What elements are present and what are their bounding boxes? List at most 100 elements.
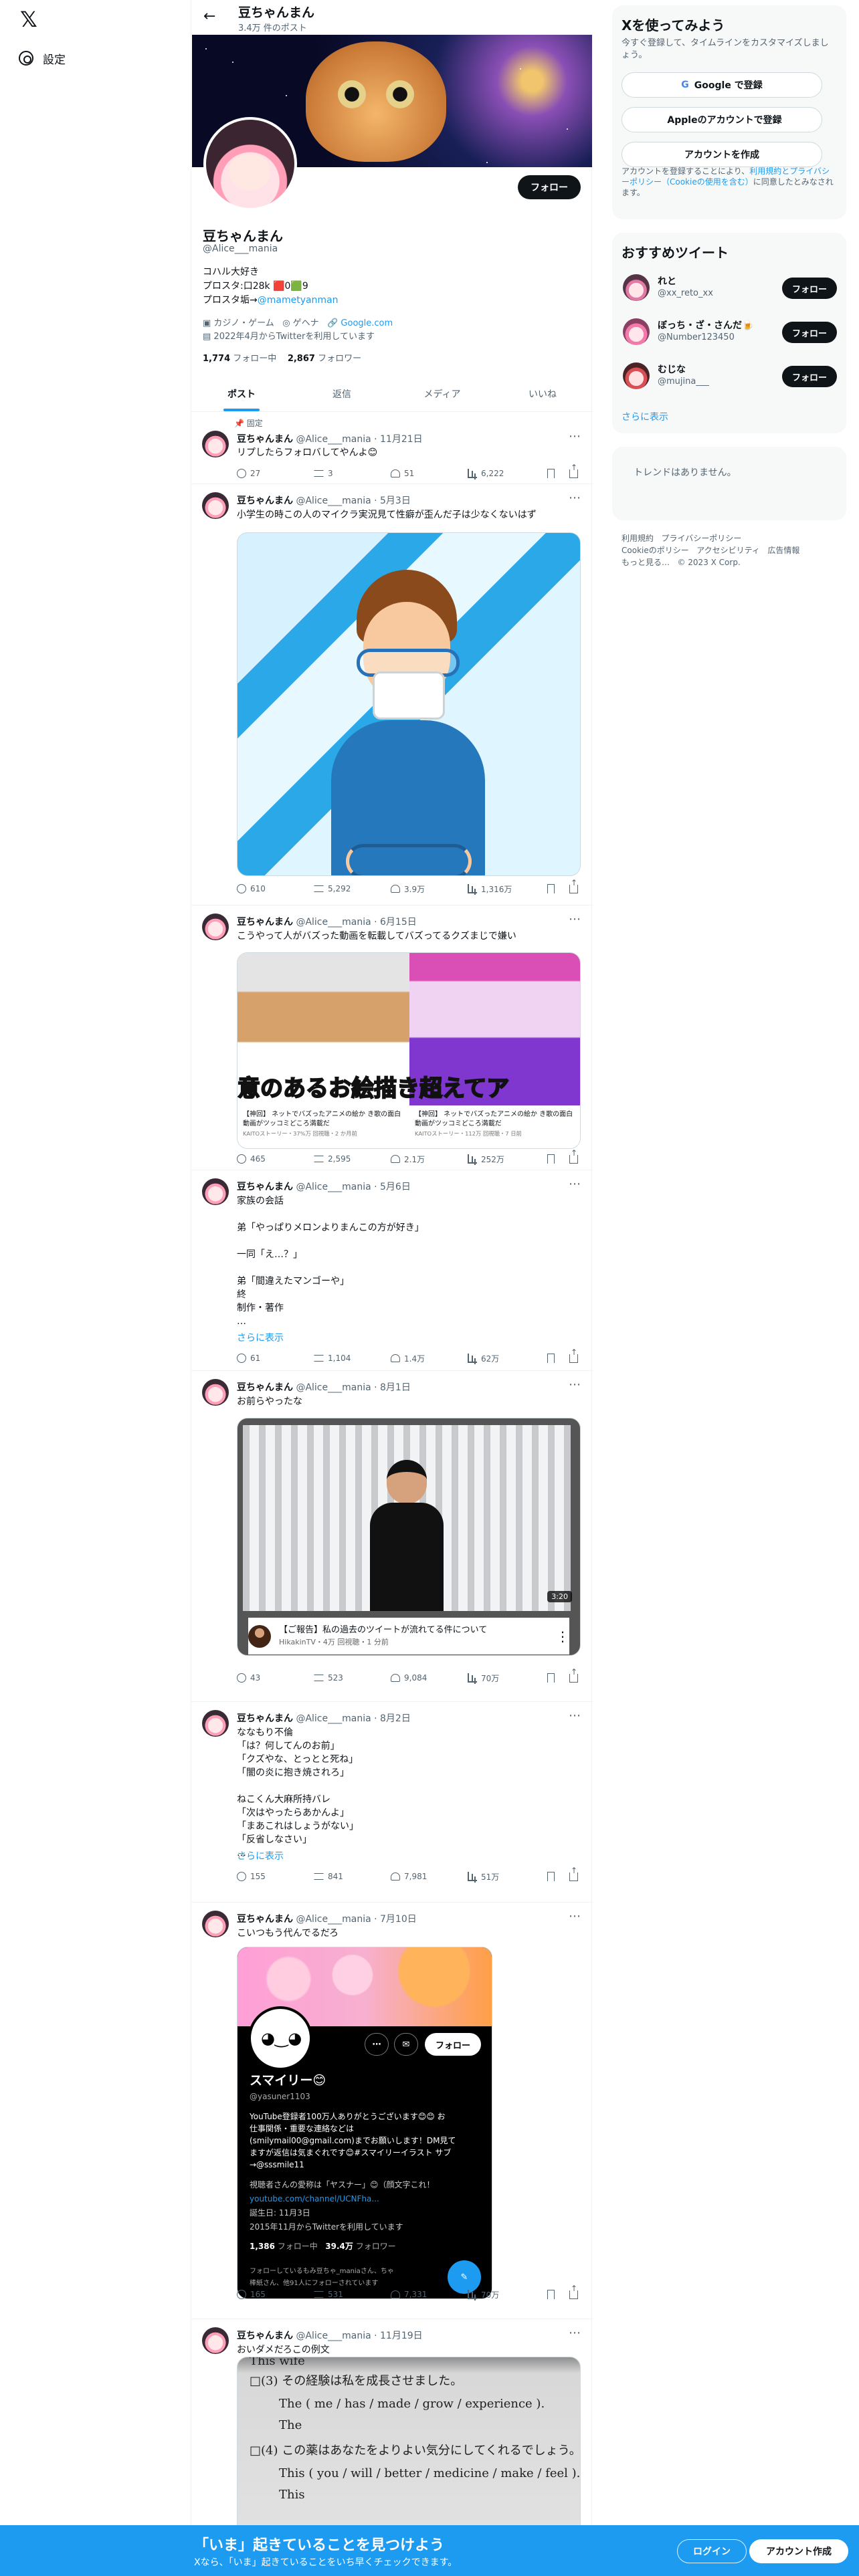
website-link[interactable]: Google.com xyxy=(341,318,393,328)
tweet[interactable]: 豆ちゃんまん @Alice___mania · 8月2日 ⋯ ななもり不倫 「は… xyxy=(191,1702,593,1903)
tweet[interactable]: 豆ちゃんまん @Alice___mania · 5月6日 ⋯ 家族の会話 弟「や… xyxy=(191,1170,593,1371)
show-more-link[interactable]: さらに表示 xyxy=(622,410,668,423)
share-icon[interactable] xyxy=(569,463,578,478)
share-icon[interactable] xyxy=(569,1148,578,1164)
recommended-user[interactable]: れと @xx_reto_xx フォロー xyxy=(623,273,837,302)
bookmark-icon[interactable] xyxy=(547,469,555,478)
like-button[interactable]: 7,331 xyxy=(391,2290,468,2299)
retweet-button[interactable]: 2,595 xyxy=(314,1154,391,1164)
tweet[interactable]: 豆ちゃんまん @Alice___mania · 7月10日 ⋯ こいつもう代んで… xyxy=(191,1903,593,2319)
tweet-avatar[interactable] xyxy=(202,1911,229,1937)
more-options-icon[interactable]: ⋯ xyxy=(569,912,581,926)
retweet-button[interactable]: 1,104 xyxy=(314,1354,391,1363)
reply-button[interactable]: 61 xyxy=(237,1354,314,1363)
tab-media[interactable]: メディア xyxy=(392,377,492,411)
views-button[interactable]: 252万 xyxy=(468,1154,545,1165)
follow-button[interactable]: フォロー xyxy=(782,278,837,299)
reply-button[interactable]: 43 xyxy=(237,1673,314,1683)
video-thumbnails[interactable]: 意のあるお絵描き超えてア 【神回】 ネットでバズったアニメの絵か き歌の面白動画… xyxy=(237,952,581,1149)
more-options-icon[interactable]: ⋯ xyxy=(569,1709,581,1723)
bookmark-icon[interactable] xyxy=(547,1354,555,1363)
tab-posts[interactable]: ポスト xyxy=(191,377,292,411)
more-options-icon[interactable]: ⋯ xyxy=(569,1177,581,1191)
views-button[interactable]: 70万 xyxy=(468,2289,545,2300)
profile-avatar[interactable] xyxy=(203,117,297,211)
like-button[interactable]: 2.1万 xyxy=(391,1154,468,1165)
avatar[interactable] xyxy=(623,318,650,345)
login-button[interactable]: ログイン xyxy=(677,2539,747,2563)
like-button[interactable]: 7,981 xyxy=(391,1872,468,1881)
tab-likes[interactable]: いいね xyxy=(492,377,593,411)
tweet-avatar[interactable] xyxy=(202,1710,229,1737)
reply-button[interactable]: 465 xyxy=(237,1154,314,1164)
retweet-button[interactable]: 531 xyxy=(314,2290,391,2299)
views-button[interactable]: 70万 xyxy=(468,1673,545,1684)
illustration-image[interactable] xyxy=(237,532,581,876)
retweet-button[interactable]: 5,292 xyxy=(314,884,391,893)
retweet-button[interactable]: 841 xyxy=(314,1872,391,1881)
reply-button[interactable]: 27 xyxy=(237,469,314,478)
tweet[interactable]: 豆ちゃんまん @Alice___mania · 5月3日 ⋯ 小学生の時この人の… xyxy=(191,484,593,905)
more-options-icon[interactable]: ⋯ xyxy=(569,2326,581,2340)
google-signup-button[interactable]: G Google で登録 xyxy=(622,72,822,98)
like-button[interactable]: 9,084 xyxy=(391,1673,468,1683)
like-button[interactable]: 1.4万 xyxy=(391,1353,468,1364)
tweet[interactable]: 豆ちゃんまん @Alice___mania · 6月15日 ⋯ こうやって人がバ… xyxy=(191,905,593,1170)
share-icon[interactable] xyxy=(569,1866,578,1881)
more-options-icon[interactable]: ⋯ xyxy=(569,1378,581,1392)
retweet-button[interactable]: 3 xyxy=(314,469,391,478)
pinned-tweet[interactable]: 📌 固定 豆ちゃんまん @Alice___mania · 11月21日 ⋯ リプ… xyxy=(191,413,593,484)
tweet-avatar[interactable] xyxy=(202,1379,229,1406)
bookmark-icon[interactable] xyxy=(547,1673,555,1683)
tab-replies[interactable]: 返信 xyxy=(292,377,392,411)
recommended-user[interactable]: ぼっち・ざ・さんだ🍺 @Number123450 フォロー xyxy=(623,317,837,346)
retweet-button[interactable]: 523 xyxy=(314,1673,391,1683)
tweet-avatar[interactable] xyxy=(202,431,229,457)
reply-button[interactable]: 165 xyxy=(237,2290,314,2299)
follow-button[interactable]: フォロー xyxy=(782,322,837,343)
views-button[interactable]: 6,222 xyxy=(468,469,545,478)
bio-mention-link[interactable]: @mametyanman xyxy=(258,295,339,306)
more-options-icon[interactable]: ⋯ xyxy=(569,429,581,443)
share-icon[interactable] xyxy=(569,1348,578,1363)
share-icon[interactable] xyxy=(569,2284,578,2299)
embedded-link[interactable]: youtube.com/channel/UCNFha... xyxy=(250,2193,484,2205)
bookmark-icon[interactable] xyxy=(547,2290,555,2299)
tweet-avatar[interactable] xyxy=(202,492,229,519)
share-icon[interactable] xyxy=(569,1667,578,1683)
like-button[interactable]: 3.9万 xyxy=(391,883,468,895)
youtube-info[interactable]: 【ご報告】私の過去のツイートが流れてる件について HikakinTV・4万 回視聴… xyxy=(248,1618,569,1654)
embedded-profile-card[interactable]: ⋯ ✉ フォロー スマイリー😊 @yasuner1103 YouTube登録者1… xyxy=(237,1947,492,2299)
signup-button[interactable]: アカウント作成 xyxy=(749,2539,848,2563)
create-account-button[interactable]: アカウントを作成 xyxy=(622,142,822,167)
avatar[interactable] xyxy=(623,274,650,301)
channel-avatar[interactable] xyxy=(248,1624,271,1648)
follow-button[interactable]: フォロー xyxy=(518,175,581,199)
recommended-user[interactable]: むじな @mujina___ フォロー xyxy=(623,361,837,391)
show-more-link[interactable]: さらに表示 xyxy=(237,1849,284,1862)
share-icon[interactable] xyxy=(569,878,578,893)
views-button[interactable]: 51万 xyxy=(468,1871,545,1883)
reply-button[interactable]: 610 xyxy=(237,884,314,893)
bookmark-icon[interactable] xyxy=(547,884,555,893)
views-button[interactable]: 1,316万 xyxy=(468,883,545,895)
youtube-video-card[interactable]: 3:20 【ご報告】私の過去のツイートが流れてる件について HikakinTV・4… xyxy=(237,1418,581,1656)
tweet-avatar[interactable] xyxy=(202,1178,229,1205)
back-arrow-icon[interactable]: ← xyxy=(203,8,215,25)
show-more-link[interactable]: さらに表示 xyxy=(237,1331,284,1344)
bookmark-icon[interactable] xyxy=(547,1154,555,1164)
bookmark-icon[interactable] xyxy=(547,1872,555,1881)
video-more-icon[interactable]: ⋮ xyxy=(556,1628,569,1644)
mail-icon[interactable]: ✉ xyxy=(394,2033,418,2056)
apple-signup-button[interactable]: Appleのアカウントで登録 xyxy=(622,107,822,132)
avatar[interactable] xyxy=(623,362,650,389)
tweet-avatar[interactable] xyxy=(202,2327,229,2354)
embedded-follow-button[interactable]: フォロー xyxy=(425,2033,481,2056)
tweet-avatar[interactable] xyxy=(202,914,229,940)
like-button[interactable]: 51 xyxy=(391,469,468,478)
reply-button[interactable]: 155 xyxy=(237,1872,314,1881)
follow-button[interactable]: フォロー xyxy=(782,366,837,387)
more-options-icon[interactable]: ⋯ xyxy=(365,2033,389,2056)
x-logo[interactable]: 𝕏 xyxy=(20,7,37,32)
more-options-icon[interactable]: ⋯ xyxy=(569,491,581,505)
